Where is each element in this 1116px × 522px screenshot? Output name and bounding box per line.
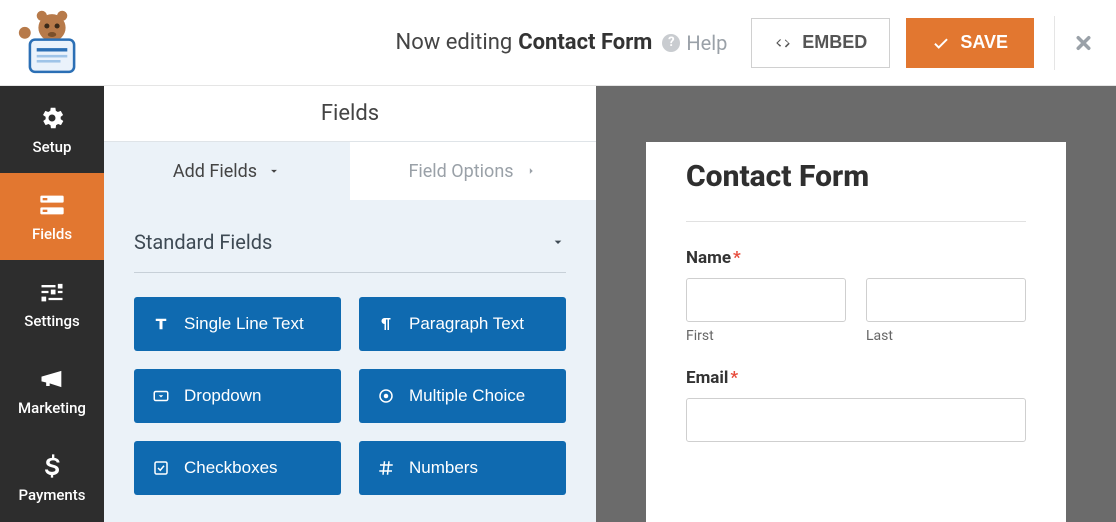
nav-marketing-label: Marketing xyxy=(18,399,86,417)
chevron-right-icon xyxy=(524,164,538,178)
nav-payments-label: Payments xyxy=(19,486,86,504)
sliders-icon xyxy=(38,278,66,306)
tab-add-fields[interactable]: Add Fields xyxy=(104,142,350,200)
nav-settings[interactable]: Settings xyxy=(0,260,104,347)
chevron-down-icon xyxy=(267,164,281,178)
field-grid: Single Line Text Paragraph Text Dropdown… xyxy=(134,297,566,495)
chevron-down-icon xyxy=(550,234,566,250)
panel-title: Fields xyxy=(104,86,596,142)
field-checkboxes[interactable]: Checkboxes xyxy=(134,441,341,495)
panel-tabs: Add Fields Field Options xyxy=(104,142,596,200)
editing-prefix: Now editing xyxy=(396,30,513,55)
close-button[interactable] xyxy=(1054,16,1094,70)
field-multiple-choice[interactable]: Multiple Choice xyxy=(359,369,566,423)
first-name-input[interactable] xyxy=(686,278,846,322)
nav-payments[interactable]: Payments xyxy=(0,434,104,521)
preview-wrap: Contact Form Name* First Last xyxy=(596,86,1116,522)
embed-label: EMBED xyxy=(802,32,867,53)
field-dropdown-label: Dropdown xyxy=(184,386,262,406)
last-name-input[interactable] xyxy=(866,278,1026,322)
required-mark: * xyxy=(733,248,741,268)
preview-title: Contact Form xyxy=(686,160,1026,195)
field-paragraph-text[interactable]: Paragraph Text xyxy=(359,297,566,351)
email-label: Email* xyxy=(686,368,1026,388)
tab-add-label: Add Fields xyxy=(173,161,257,182)
field-checkboxes-label: Checkboxes xyxy=(184,458,278,478)
section-standard-fields[interactable]: Standard Fields xyxy=(134,230,566,273)
top-bar: Now editing Contact Form ? Help EMBED SA… xyxy=(0,0,1116,86)
radio-icon xyxy=(377,387,395,405)
last-sublabel: Last xyxy=(866,328,1026,344)
check-icon xyxy=(932,34,950,52)
help-link[interactable]: ? Help xyxy=(662,31,727,55)
nav-fields[interactable]: Fields xyxy=(0,173,104,260)
side-nav: Setup Fields Settings Marketing Payments xyxy=(0,86,104,522)
code-icon xyxy=(774,34,792,52)
field-email-group[interactable]: Email* xyxy=(686,368,1026,442)
help-label: Help xyxy=(686,31,727,55)
required-mark: * xyxy=(730,368,738,388)
close-icon xyxy=(1073,31,1094,55)
tab-field-options[interactable]: Field Options xyxy=(350,142,596,200)
text-icon xyxy=(152,315,170,333)
fields-panel: Fields Add Fields Field Options Standard… xyxy=(104,86,596,522)
save-label: SAVE xyxy=(960,32,1008,53)
save-button[interactable]: SAVE xyxy=(906,18,1034,68)
tab-options-label: Field Options xyxy=(408,161,513,182)
gear-icon xyxy=(38,104,66,132)
checkbox-icon xyxy=(152,459,170,477)
builder-area: Fields Add Fields Field Options Standard… xyxy=(104,86,1116,522)
field-numbers[interactable]: Numbers xyxy=(359,441,566,495)
first-sublabel: First xyxy=(686,328,846,344)
field-single-line-label: Single Line Text xyxy=(184,314,304,334)
field-paragraph-label: Paragraph Text xyxy=(409,314,524,334)
dollar-icon xyxy=(38,452,66,480)
nav-setup-label: Setup xyxy=(33,138,72,156)
help-icon: ? xyxy=(662,34,680,52)
preview-divider xyxy=(686,221,1026,222)
field-numbers-label: Numbers xyxy=(409,458,478,478)
hash-icon xyxy=(377,459,395,477)
editing-form-name: Contact Form xyxy=(518,30,652,55)
name-label: Name* xyxy=(686,248,1026,268)
fields-icon xyxy=(38,191,66,219)
form-preview: Contact Form Name* First Last xyxy=(646,142,1066,522)
nav-marketing[interactable]: Marketing xyxy=(0,347,104,434)
nav-fields-label: Fields xyxy=(32,225,72,243)
nav-settings-label: Settings xyxy=(24,312,80,330)
embed-button[interactable]: EMBED xyxy=(751,18,890,68)
email-input[interactable] xyxy=(686,398,1026,442)
paragraph-icon xyxy=(377,315,395,333)
bullhorn-icon xyxy=(38,365,66,393)
field-single-line-text[interactable]: Single Line Text xyxy=(134,297,341,351)
nav-setup[interactable]: Setup xyxy=(0,86,104,173)
field-dropdown[interactable]: Dropdown xyxy=(134,369,341,423)
app-logo xyxy=(0,9,104,77)
field-name-group[interactable]: Name* First Last xyxy=(686,248,1026,344)
dropdown-icon xyxy=(152,387,170,405)
field-multiple-choice-label: Multiple Choice xyxy=(409,386,525,406)
section-standard-label: Standard Fields xyxy=(134,230,272,254)
editing-title: Now editing Contact Form ? Help xyxy=(396,30,752,55)
